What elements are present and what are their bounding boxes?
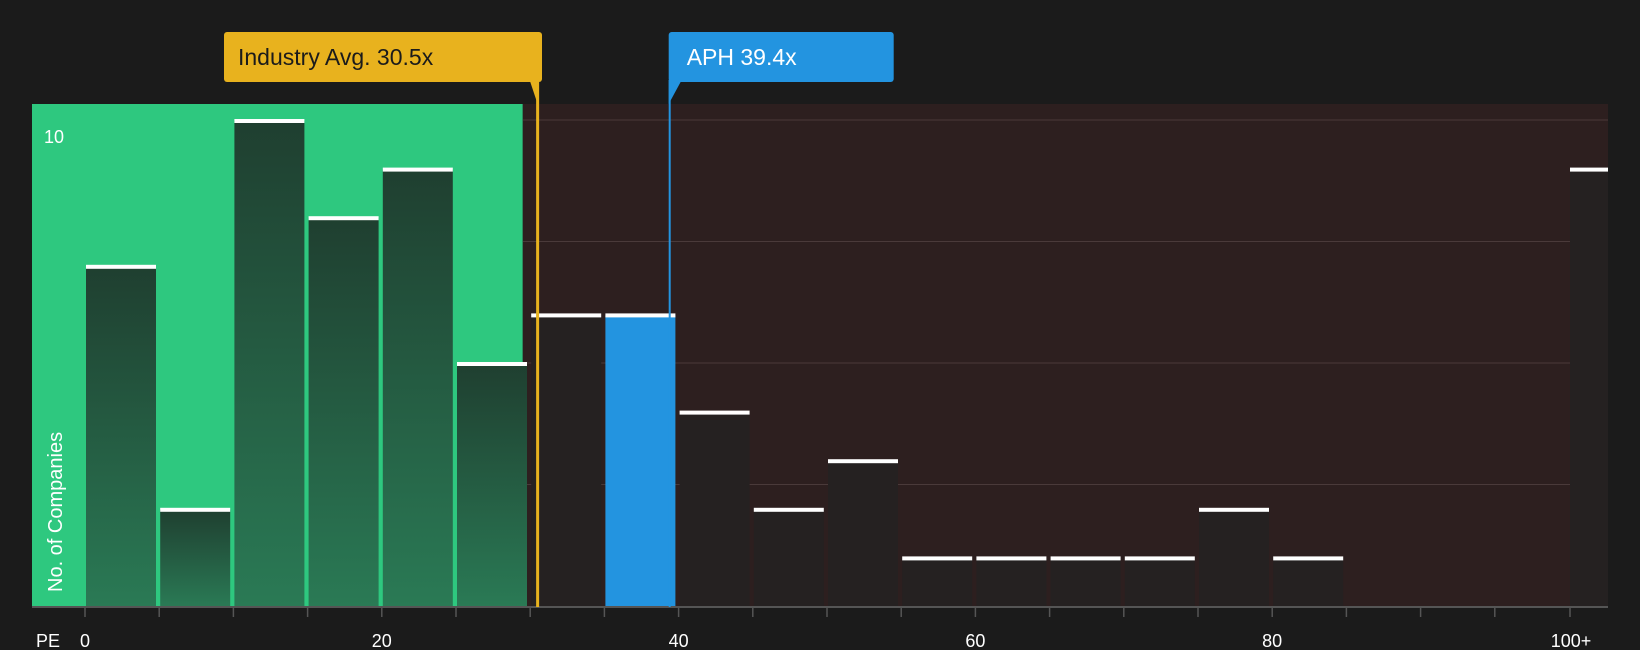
x-tick-label: 20 [372,631,392,650]
histogram-bar [308,218,379,607]
y-tick-label: 10 [44,127,64,147]
bar-cap [86,264,156,269]
bar-cap [308,216,379,221]
histogram-bar [234,121,305,607]
bar-cap [605,313,676,318]
bar-cap [1050,556,1121,561]
x-tick-label: 0 [80,631,90,650]
histogram-bar [1570,169,1608,607]
x-tick-label: 100+ [1551,631,1592,650]
histogram-bar [382,169,453,607]
bar-cap [1124,556,1195,561]
x-tick-label: 60 [965,631,985,650]
bar-cap [234,119,305,123]
bar-cap [679,410,750,415]
histogram-bar [976,558,1047,607]
bar-cap [976,556,1047,561]
x-tick-label: 80 [1262,631,1282,650]
bar-cap [531,313,602,318]
histogram-bar [605,315,676,607]
bar-cap [753,507,824,512]
bar-cap [828,459,898,464]
histogram-bar [1124,558,1195,607]
histogram-bar [828,461,898,607]
x-axis-label: PE [36,631,60,650]
histogram-bar [753,509,824,607]
bar-cap [382,167,453,172]
histogram-bar [679,412,750,607]
histogram-bar [457,364,527,607]
histogram-bar [160,509,231,607]
histogram-bar [1050,558,1121,607]
bar-cap [1199,507,1269,512]
industry-avg-label: Industry Avg. 30.5x [238,44,434,70]
pe-histogram-chart: 0 20 40 60 80 100+ Industry Avg. 30.5x APH 39.… [32,32,1608,650]
bar-cap [160,507,231,512]
bar-cap [457,362,527,366]
histogram-bar [531,315,602,607]
company-pe-label: APH 39.4x [687,44,797,70]
histogram-bar [1273,558,1344,607]
bar-cap [902,556,973,561]
x-axis: 0 20 40 60 80 100+ [32,606,1608,650]
histogram-bar [86,266,156,607]
x-tick-label: 40 [669,631,689,650]
y-axis-label: No. of Companies [45,432,67,592]
bar-cap [1570,167,1608,172]
bar-cap [1273,556,1344,561]
histogram-bar [902,558,973,607]
histogram-bar [1199,509,1269,607]
